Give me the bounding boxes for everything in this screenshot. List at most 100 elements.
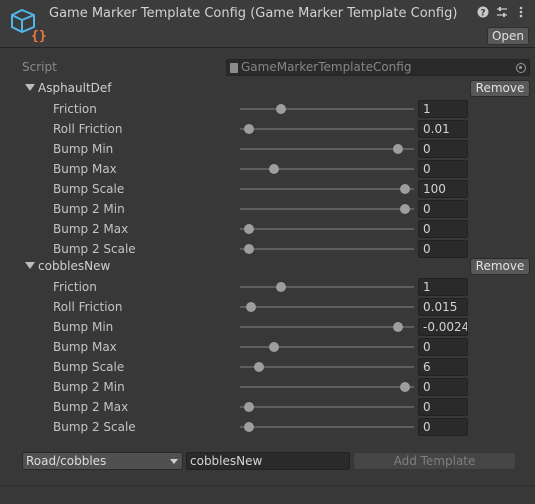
slider-track[interactable] <box>240 406 414 408</box>
slider-handle[interactable] <box>400 382 411 392</box>
remove-button[interactable]: Remove <box>470 80 530 97</box>
value-input[interactable]: 1 <box>418 278 468 296</box>
script-asset-icon: {} <box>11 8 46 42</box>
slider-track[interactable] <box>240 366 414 368</box>
slider-track[interactable] <box>240 148 414 150</box>
property-row: Bump Max 0 <box>0 338 535 356</box>
value-input[interactable]: 0 <box>418 398 468 416</box>
property-label: Bump 2 Min <box>53 380 125 394</box>
slider-handle[interactable] <box>400 204 411 214</box>
slider-track[interactable] <box>240 346 414 348</box>
property-row: Bump Max 0 <box>0 160 535 178</box>
slider-track[interactable] <box>240 286 414 288</box>
slider-track[interactable] <box>240 326 414 328</box>
slider-track[interactable] <box>240 426 414 428</box>
script-file-icon <box>230 63 238 73</box>
divider <box>0 485 535 486</box>
slider-handle[interactable] <box>400 184 411 194</box>
slider-track[interactable] <box>240 108 414 110</box>
slider-track[interactable] <box>240 208 414 210</box>
object-picker-icon[interactable] <box>516 63 526 73</box>
property-row: Friction 1 <box>0 278 535 296</box>
slider-track[interactable] <box>240 188 414 190</box>
value-input[interactable]: 0.01 <box>418 120 468 138</box>
property-label: Bump Scale <box>53 360 125 374</box>
section-name: AsphaultDef <box>38 81 112 95</box>
header-icons: ? <box>476 5 527 18</box>
property-row: Bump Scale 100 <box>0 180 535 198</box>
script-label: Script <box>22 60 57 74</box>
slider-handle[interactable] <box>393 322 404 332</box>
property-label: Roll Friction <box>53 300 123 314</box>
slider-handle[interactable] <box>275 104 286 114</box>
svg-text:{}: {} <box>31 29 46 42</box>
value-input[interactable]: 0 <box>418 418 468 436</box>
value-input[interactable]: 0.015 <box>418 298 468 316</box>
property-row: Bump 2 Min 0 <box>0 378 535 396</box>
property-row: Friction 1 <box>0 100 535 118</box>
slider-track[interactable] <box>240 306 414 308</box>
property-label: Bump 2 Scale <box>53 420 136 434</box>
value-input[interactable]: -0.0024 <box>418 318 468 336</box>
add-template-row: Road/cobbles cobblesNew Add Template <box>0 452 535 471</box>
template-type-dropdown[interactable]: Road/cobbles <box>22 452 183 470</box>
property-row: Roll Friction 0.015 <box>0 298 535 316</box>
value-input[interactable]: 0 <box>418 160 468 178</box>
value-input[interactable]: 0 <box>418 338 468 356</box>
foldout-arrow-icon[interactable] <box>25 84 35 91</box>
script-value: GameMarkerTemplateConfig <box>241 60 412 74</box>
property-label: Friction <box>53 280 97 294</box>
slider-handle[interactable] <box>243 224 254 234</box>
section-header[interactable]: cobblesNew Remove <box>0 258 535 276</box>
svg-text:?: ? <box>480 8 485 18</box>
open-button[interactable]: Open <box>487 27 529 45</box>
property-row: Roll Friction 0.01 <box>0 120 535 138</box>
property-label: Bump 2 Scale <box>53 242 136 256</box>
inspector-header: {} Game Marker Template Config (Game Mar… <box>0 0 535 48</box>
value-input[interactable]: 0 <box>418 378 468 396</box>
property-label: Friction <box>53 102 97 116</box>
slider-handle[interactable] <box>393 144 404 154</box>
slider-handle[interactable] <box>268 342 279 352</box>
slider-handle[interactable] <box>243 422 254 432</box>
slider-track[interactable] <box>240 128 414 130</box>
more-vert-icon[interactable] <box>514 5 527 18</box>
value-input[interactable]: 0 <box>418 140 468 158</box>
slider-track[interactable] <box>240 168 414 170</box>
script-row: Script GameMarkerTemplateConfig <box>0 58 535 76</box>
slider-handle[interactable] <box>275 282 286 292</box>
property-row: Bump 2 Scale 0 <box>0 240 535 258</box>
property-row: Bump 2 Max 0 <box>0 398 535 416</box>
script-field[interactable]: GameMarkerTemplateConfig <box>226 59 530 76</box>
slider-track[interactable] <box>240 228 414 230</box>
property-row: Bump 2 Scale 0 <box>0 418 535 436</box>
add-template-button[interactable]: Add Template <box>353 452 516 470</box>
property-row: Bump 2 Min 0 <box>0 200 535 218</box>
property-row: Bump Min 0 <box>0 140 535 158</box>
value-input[interactable]: 0 <box>418 240 468 258</box>
slider-handle[interactable] <box>243 244 254 254</box>
slider-handle[interactable] <box>245 302 256 312</box>
foldout-arrow-icon[interactable] <box>25 262 35 269</box>
slider-track[interactable] <box>240 386 414 388</box>
slider-track[interactable] <box>240 248 414 250</box>
property-row: Bump Scale 6 <box>0 358 535 376</box>
value-input[interactable]: 0 <box>418 220 468 238</box>
value-input[interactable]: 6 <box>418 358 468 376</box>
slider-handle[interactable] <box>243 402 254 412</box>
value-input[interactable]: 0 <box>418 200 468 218</box>
remove-button[interactable]: Remove <box>470 258 530 275</box>
value-input[interactable]: 1 <box>418 100 468 118</box>
settings-sliders-icon[interactable] <box>495 5 508 18</box>
slider-handle[interactable] <box>243 124 254 134</box>
template-name-input[interactable]: cobblesNew <box>186 452 350 470</box>
inspector-title: Game Marker Template Config (Game Marker… <box>49 6 458 21</box>
section-name: cobblesNew <box>38 259 111 273</box>
help-icon[interactable]: ? <box>476 5 489 18</box>
value-input[interactable]: 100 <box>418 180 468 198</box>
slider-handle[interactable] <box>253 362 264 372</box>
section-header[interactable]: AsphaultDef Remove <box>0 80 535 98</box>
slider-handle[interactable] <box>268 164 279 174</box>
property-label: Bump 2 Max <box>53 400 129 414</box>
property-label: Bump 2 Max <box>53 222 129 236</box>
